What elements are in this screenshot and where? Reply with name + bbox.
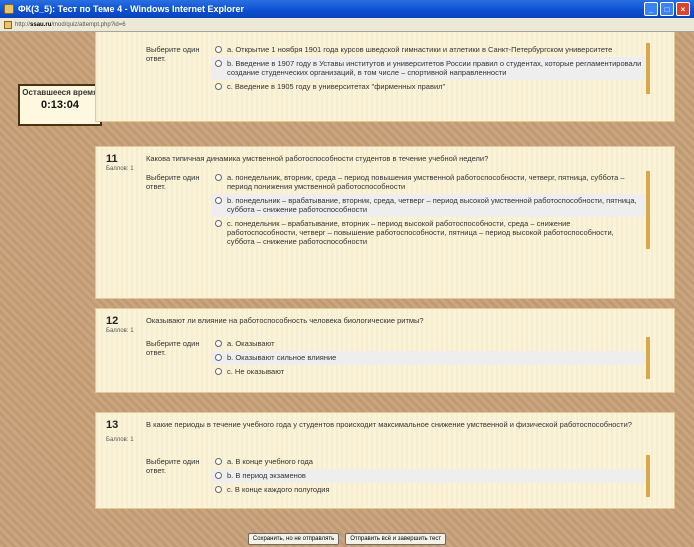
question-grade: Баллов: 1 — [106, 437, 134, 443]
window-controls: _ □ × — [644, 2, 690, 16]
timer-box: Оставшееся время 0:13:04 — [18, 84, 102, 126]
ie-icon — [4, 4, 14, 14]
page-icon — [4, 20, 12, 29]
window-title: ФК(3_5): Тест по Теме 4 - Windows Intern… — [18, 4, 245, 14]
timer-label: Оставшееся время — [22, 88, 98, 97]
answer-list: a. В конце учебного года b. В период экз… — [212, 455, 650, 497]
radio-button[interactable] — [215, 354, 222, 361]
answer-list: a. Оказывают b. Оказывают сильное влияни… — [212, 337, 650, 379]
answer-option[interactable]: c. Не оказывают — [212, 365, 646, 379]
answer-list: a. понедельник, вторник, среда – период … — [212, 171, 650, 249]
question-number: 11 — [106, 153, 118, 165]
radio-button[interactable] — [215, 220, 222, 227]
question-card: Выберите один ответ. a. Открытие 1 ноябр… — [95, 32, 675, 122]
radio-button[interactable] — [215, 472, 222, 479]
answer-list: a. Открытие 1 ноября 1901 года курсов шв… — [212, 43, 650, 94]
save-button[interactable]: Сохранить, но не отправлять — [247, 533, 340, 545]
answer-option[interactable]: b. В период экзаменов — [212, 469, 646, 483]
answer-option[interactable]: c. Введение в 1905 году в университетах … — [212, 80, 646, 94]
window-titlebar: ФК(3_5): Тест по Теме 4 - Windows Intern… — [0, 0, 694, 18]
answer-option[interactable]: c. понедельник – врабатывание, вторник –… — [212, 217, 646, 249]
address-url[interactable]: http://ssau.ru/mod/quiz/attempt.php?id=6 — [15, 22, 126, 28]
answer-option[interactable]: b. Введение в 1907 году в Уставы институ… — [212, 57, 646, 80]
question-card: 13 Баллов: 1 В какие периоды в течение у… — [95, 412, 675, 509]
question-number: 13 — [106, 419, 119, 431]
radio-button[interactable] — [215, 458, 222, 465]
question-grade: Баллов: 1 — [106, 166, 134, 172]
timer-value: 0:13:04 — [41, 99, 79, 111]
question-card: 12 Баллов: 1 Оказывают ли влияние на раб… — [95, 308, 675, 393]
question-card: 11 Баллов: 1 Какова типичная динамика ум… — [95, 146, 675, 299]
answer-prompt: Выберите один ответ. — [146, 45, 200, 63]
question-text: Оказывают ли влияние на работоспособност… — [146, 316, 424, 325]
question-grade: Баллов: 1 — [106, 328, 134, 334]
question-number: 12 — [106, 315, 119, 327]
form-actions: Сохранить, но не отправлять Отправить вс… — [0, 531, 694, 547]
close-icon[interactable]: × — [676, 2, 690, 16]
question-text: В какие периоды в течение учебного года … — [146, 420, 632, 429]
minimize-icon[interactable]: _ — [644, 2, 658, 16]
answer-prompt: Выберите один ответ. — [146, 173, 200, 191]
radio-button[interactable] — [215, 340, 222, 347]
answer-option[interactable]: c. В конце каждого полугодия — [212, 483, 646, 497]
radio-button[interactable] — [215, 486, 222, 493]
answer-option[interactable]: a. Оказывают — [212, 337, 646, 351]
answer-option[interactable]: b. Оказывают сильное влияние — [212, 351, 646, 365]
radio-button[interactable] — [215, 46, 222, 53]
answer-option[interactable]: b. понедельник – врабатывание, вторник, … — [212, 194, 646, 217]
radio-button[interactable] — [215, 60, 222, 67]
radio-button[interactable] — [215, 83, 222, 90]
maximize-icon[interactable]: □ — [660, 2, 674, 16]
radio-button[interactable] — [215, 174, 222, 181]
answer-option[interactable]: a. Открытие 1 ноября 1901 года курсов шв… — [212, 43, 646, 57]
answer-option[interactable]: a. понедельник, вторник, среда – период … — [212, 171, 646, 194]
answer-option[interactable]: a. В конце учебного года — [212, 455, 646, 469]
answer-prompt: Выберите один ответ. — [146, 457, 200, 475]
radio-button[interactable] — [215, 197, 222, 204]
submit-button[interactable]: Отправить всё и завершить тест — [345, 533, 447, 545]
address-bar[interactable]: http://ssau.ru/mod/quiz/attempt.php?id=6 — [0, 18, 694, 32]
question-text: Какова типичная динамика умственной рабо… — [146, 154, 489, 163]
page-content: Оставшееся время 0:13:04 Выберите один о… — [0, 32, 694, 547]
answer-prompt: Выберите один ответ. — [146, 339, 200, 357]
radio-button[interactable] — [215, 368, 222, 375]
